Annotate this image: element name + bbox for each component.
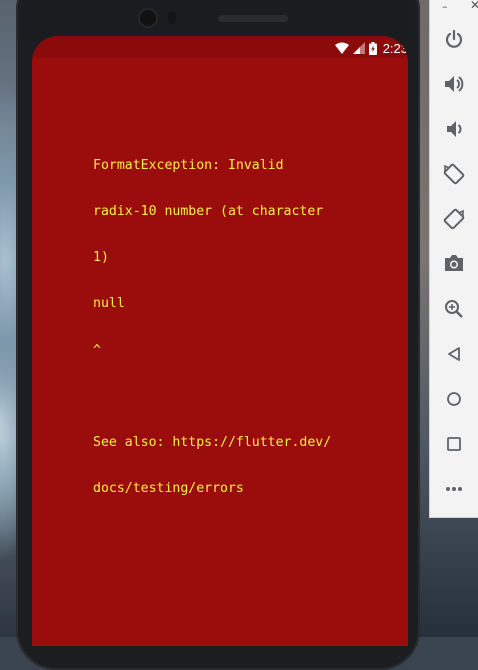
see-also-line: docs/testing/errors	[93, 480, 244, 496]
more-icon	[445, 486, 463, 492]
volume-up-icon	[443, 74, 465, 94]
rotate-left-icon	[443, 163, 465, 185]
phone-top-bezel	[20, 0, 414, 40]
overview-button[interactable]	[442, 432, 466, 456]
status-bar: 2:23	[32, 36, 408, 58]
power-icon	[444, 29, 464, 49]
back-icon	[446, 346, 462, 362]
more-button[interactable]	[442, 477, 466, 501]
camera-icon	[444, 254, 464, 272]
device-screen[interactable]: 2:23 FormatException: Invalid radix-10 n…	[32, 36, 408, 646]
wifi-icon	[334, 42, 349, 54]
volume-down-icon	[444, 119, 464, 139]
error-line: ^	[93, 342, 101, 358]
toolbar-window-controls: – ✕	[430, 0, 478, 13]
error-line: null	[93, 296, 125, 312]
see-also-line: See also: https://flutter.dev/	[93, 434, 332, 450]
cellular-signal-icon	[352, 42, 365, 54]
error-line: FormatException: Invalid	[93, 157, 284, 173]
error-message: FormatException: Invalid radix-10 number…	[93, 127, 363, 527]
home-icon	[446, 391, 462, 407]
minimize-icon[interactable]: –	[442, 0, 448, 13]
zoom-in-icon	[444, 299, 464, 319]
emulator-toolbar: – ✕	[429, 0, 478, 518]
home-button[interactable]	[442, 387, 466, 411]
screenshot-button[interactable]	[442, 251, 466, 275]
status-icons: 2:23	[334, 39, 408, 57]
rotate-left-button[interactable]	[442, 162, 466, 186]
battery-icon	[368, 41, 377, 55]
close-icon[interactable]: ✕	[470, 0, 478, 12]
status-time: 2:23	[382, 40, 408, 56]
error-spacer	[93, 389, 363, 404]
volume-up-button[interactable]	[442, 72, 466, 96]
volume-down-button[interactable]	[442, 117, 466, 141]
back-button[interactable]	[442, 342, 466, 366]
error-line: 1)	[93, 250, 109, 266]
earpiece-speaker	[218, 15, 288, 22]
proximity-sensor	[168, 12, 176, 24]
rotate-right-button[interactable]	[442, 207, 466, 231]
overview-icon	[446, 436, 462, 452]
power-button[interactable]	[442, 27, 466, 51]
zoom-button[interactable]	[442, 297, 466, 321]
error-line: radix-10 number (at character	[93, 204, 324, 220]
front-camera	[140, 10, 156, 26]
rotate-right-icon	[443, 208, 465, 230]
